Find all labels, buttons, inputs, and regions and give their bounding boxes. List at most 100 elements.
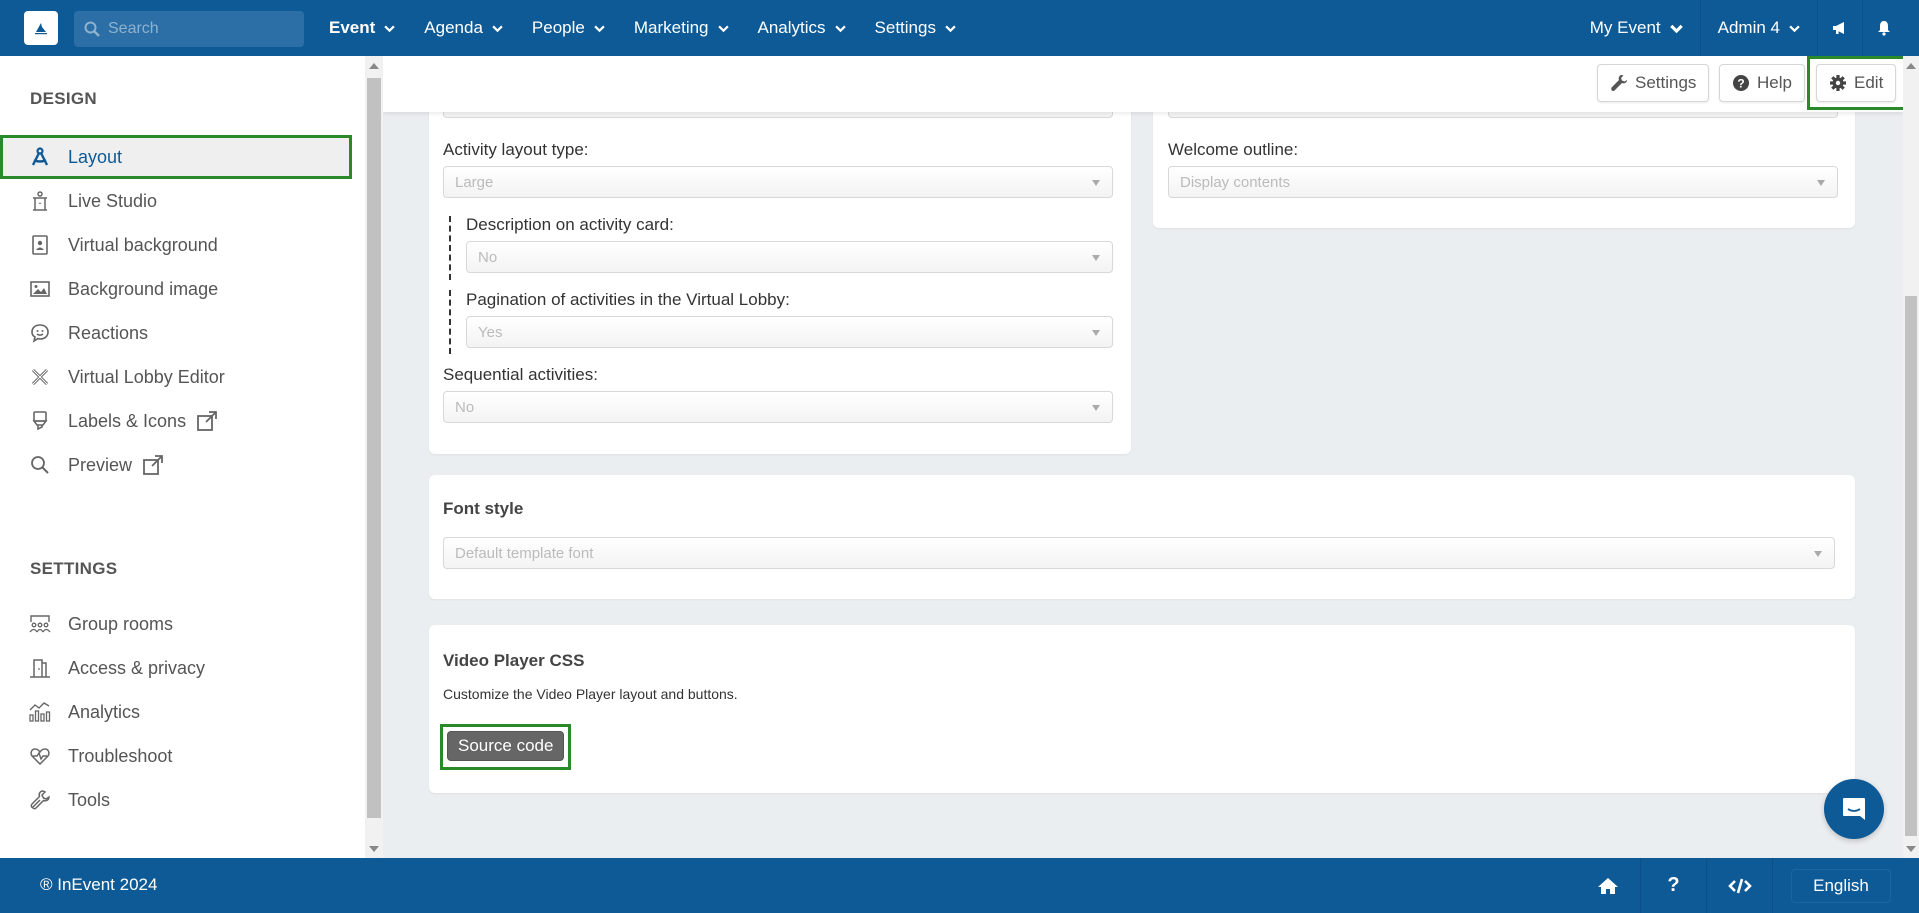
sidebar-scrollbar[interactable]	[365, 56, 383, 858]
caret-down-icon	[1817, 180, 1825, 186]
caret-down-icon	[1814, 551, 1822, 557]
sidebar-heading-design: DESIGN	[30, 89, 97, 108]
main-scroll-thumb[interactable]	[1905, 296, 1917, 836]
sidebar-item-layout[interactable]: Layout	[0, 135, 352, 179]
help-footer-button[interactable]: ?	[1641, 858, 1707, 913]
scroll-down-arrow[interactable]	[369, 846, 379, 852]
font-style-card: Font style Default template font	[429, 475, 1855, 599]
heart-pulse-icon	[28, 744, 52, 768]
chevron-down-icon	[492, 25, 503, 32]
user-menu-label: Admin 4	[1717, 18, 1780, 37]
edit-highlight-frame	[1807, 56, 1903, 110]
logo-icon	[35, 23, 47, 35]
search-icon	[84, 21, 100, 37]
chat-launcher-button[interactable]	[1824, 779, 1884, 839]
search-input[interactable]	[108, 20, 288, 38]
scroll-up-arrow[interactable]	[369, 63, 379, 69]
sequential-activities-select[interactable]: No	[443, 391, 1113, 423]
sidebar-item-label: Troubleshoot	[68, 745, 173, 766]
sidebar-item-label: Background image	[68, 278, 219, 299]
sidebar-item-label: Reactions	[68, 322, 149, 343]
nav-event[interactable]: Event	[329, 18, 395, 38]
sidebar-item-access-privacy[interactable]: Access & privacy	[0, 646, 352, 690]
wrench-icon	[28, 788, 52, 812]
sidebar-scroll-thumb[interactable]	[367, 78, 381, 818]
svg-text:?: ?	[1737, 77, 1744, 91]
code-icon	[1727, 878, 1752, 893]
video-player-css-card: Video Player CSS Customize the Video Pla…	[429, 625, 1855, 793]
caret-down-icon	[1092, 180, 1100, 186]
caret-down-icon	[1092, 330, 1100, 336]
nav-marketing[interactable]: Marketing	[634, 18, 729, 38]
sidebar-item-label: Live Studio	[68, 190, 158, 211]
welcome-outline-select[interactable]: Display contents	[1168, 166, 1838, 198]
chart-icon	[28, 700, 52, 724]
language-selector[interactable]: English	[1791, 868, 1891, 903]
developer-button[interactable]	[1707, 858, 1773, 913]
pagination-label: Pagination of activities in the Virtual …	[466, 290, 790, 309]
main-scrollbar[interactable]	[1903, 56, 1919, 858]
main-nav: Event Agenda People Marketing Analytics …	[329, 0, 985, 56]
sidebar-item-virtual-lobby-editor[interactable]: Virtual Lobby Editor	[0, 355, 352, 399]
image-icon	[28, 277, 52, 301]
sequential-activities-label: Sequential activities:	[443, 365, 598, 384]
video-player-css-title: Video Player CSS	[443, 651, 585, 670]
external-link-icon	[196, 410, 218, 432]
sidebar: DESIGN Layout Live Studio Virtual backgr…	[0, 56, 365, 858]
wrench-icon	[1611, 75, 1627, 92]
event-selector[interactable]: My Event	[1573, 0, 1700, 56]
nested-indicator	[449, 216, 451, 280]
select-value: Display contents	[1180, 173, 1291, 191]
description-on-card-label: Description on activity card:	[466, 215, 674, 234]
sidebar-item-label: Labels & Icons	[68, 410, 187, 431]
activity-layout-type-select[interactable]: Large	[443, 166, 1113, 198]
scroll-down-arrow[interactable]	[1906, 846, 1916, 852]
source-code-button[interactable]: Source code	[447, 731, 565, 761]
help-button[interactable]: ? Help	[1719, 64, 1805, 102]
chevron-down-icon	[1789, 25, 1800, 32]
sidebar-item-tools[interactable]: Tools	[0, 778, 352, 822]
sidebar-item-label: Access & privacy	[68, 657, 206, 678]
nav-settings[interactable]: Settings	[875, 18, 956, 38]
announcements-button[interactable]	[1817, 0, 1862, 56]
app-logo[interactable]	[24, 11, 58, 45]
nav-agenda[interactable]: Agenda	[424, 18, 503, 38]
nav-label: Marketing	[633, 18, 709, 37]
layout-settings-card: Normal Activity layout type: Large Descr…	[429, 86, 1131, 454]
sidebar-item-reactions[interactable]: Reactions	[0, 311, 352, 355]
sidebar-item-troubleshoot[interactable]: Troubleshoot	[0, 734, 352, 778]
pagination-select[interactable]: Yes	[466, 316, 1113, 348]
search-box[interactable]	[74, 11, 304, 47]
font-style-title: Font style	[443, 499, 524, 518]
activity-layout-type-label: Activity layout type:	[443, 140, 589, 159]
question-circle-icon: ?	[1733, 75, 1749, 91]
notifications-button[interactable]	[1862, 0, 1919, 56]
copyright-text: ® InEvent 2024	[40, 875, 158, 894]
font-style-select[interactable]: Default template font	[443, 537, 1835, 569]
sidebar-item-live-studio[interactable]: Live Studio	[0, 179, 352, 223]
sidebar-item-label: Group rooms	[68, 613, 174, 634]
welcome-outline-label: Welcome outline:	[1168, 140, 1299, 159]
sidebar-item-label: Preview	[68, 454, 133, 475]
video-player-css-description: Customize the Video Player layout and bu…	[443, 686, 738, 702]
sidebar-item-label: Tools	[68, 789, 111, 810]
sidebar-item-labels-icons[interactable]: Labels & Icons	[0, 399, 352, 443]
nav-people[interactable]: People	[532, 18, 605, 38]
sidebar-item-virtual-background[interactable]: Virtual background	[0, 223, 352, 267]
sidebar-item-background-image[interactable]: Background image	[0, 267, 352, 311]
sidebar-item-group-rooms[interactable]: Group rooms	[0, 602, 352, 646]
scroll-up-arrow[interactable]	[1906, 63, 1916, 69]
sidebar-item-preview[interactable]: Preview	[0, 443, 352, 487]
sidebar-heading-settings: SETTINGS	[30, 559, 118, 578]
pencil-ruler-icon	[28, 365, 52, 389]
nav-analytics[interactable]: Analytics	[758, 18, 846, 38]
home-button[interactable]	[1575, 858, 1641, 913]
settings-button[interactable]: Settings	[1597, 64, 1710, 102]
user-menu[interactable]: Admin 4	[1699, 0, 1817, 56]
description-on-card-select[interactable]: No	[466, 241, 1113, 273]
sidebar-item-label: Virtual background	[68, 234, 218, 255]
nav-label: Agenda	[424, 18, 483, 37]
sidebar-item-analytics[interactable]: Analytics	[0, 690, 352, 734]
select-value: Default template font	[455, 544, 594, 562]
chat-icon	[1843, 798, 1865, 820]
